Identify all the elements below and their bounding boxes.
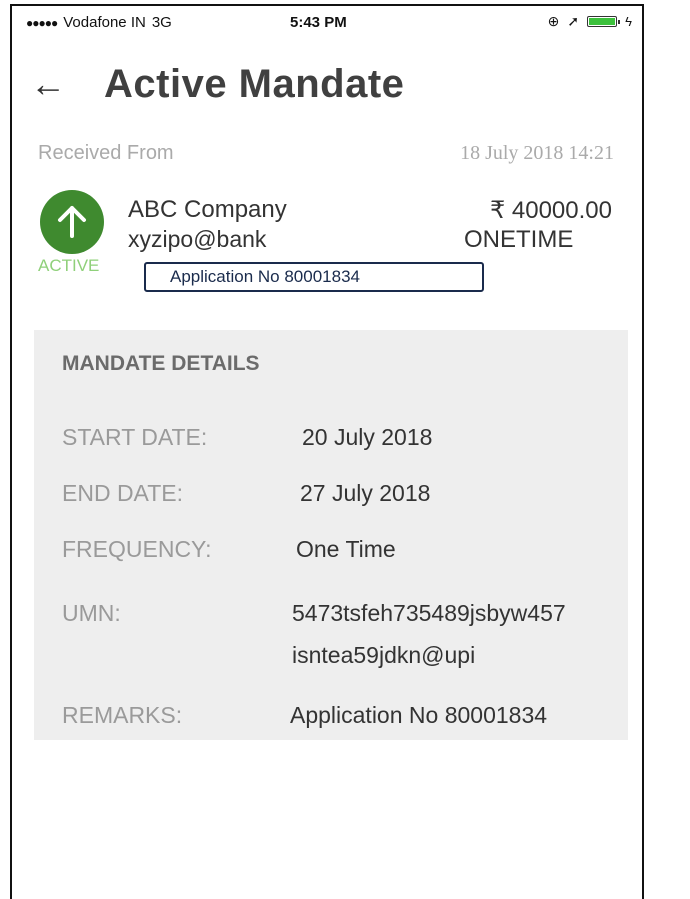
- umn-value-line2: isntea59jdkn@upi: [292, 642, 476, 668]
- charging-icon: ϟ: [625, 14, 632, 29]
- signal-icon: ●●●●●: [26, 15, 58, 30]
- status-bar: ●●●●● Vodafone IN 3G 5:43 PM ⊕ ➚ ϟ: [12, 6, 642, 40]
- umn-value-line1: 5473tsfeh735489jsbyw457: [292, 600, 566, 626]
- active-status-icon: [40, 190, 104, 254]
- status-bar-right: ⊕ ➚ ϟ: [548, 13, 632, 30]
- received-from-label: Received From: [38, 142, 174, 164]
- status-label: ACTIVE: [38, 256, 100, 275]
- up-arrow-icon: [58, 206, 86, 238]
- back-arrow-icon[interactable]: ←: [30, 64, 66, 104]
- orientation-lock-icon: ⊕: [547, 13, 560, 29]
- start-date-label: START DATE:: [62, 424, 208, 450]
- end-date-value: 27 July 2018: [300, 480, 431, 506]
- start-date-value: 20 July 2018: [302, 424, 433, 450]
- received-datetime: 18 July 2018 14:21: [460, 142, 614, 164]
- mandate-type: ONETIME: [464, 226, 574, 253]
- frequency-value: One Time: [296, 536, 396, 562]
- phone-screen: ●●●●● Vodafone IN 3G 5:43 PM ⊕ ➚ ϟ ← Act…: [10, 4, 644, 899]
- mandate-details-panel: MANDATE DETAILS START DATE: 20 July 2018…: [34, 330, 628, 740]
- umn-label: UMN:: [62, 600, 121, 626]
- remarks-label: REMARKS:: [62, 702, 183, 728]
- details-heading: MANDATE DETAILS: [62, 352, 260, 375]
- page-title: Active Mandate: [104, 62, 405, 106]
- payee-name: ABC Company: [128, 196, 287, 223]
- remarks-value: Application No 80001834: [290, 702, 548, 728]
- clock: 5:43 PM: [290, 14, 347, 31]
- status-bar-left: ●●●●● Vodafone IN 3G: [26, 14, 172, 31]
- payee-vpa: xyzipo@bank: [128, 226, 267, 252]
- network-type: 3G: [151, 14, 172, 31]
- battery-icon: [587, 16, 621, 27]
- location-icon: ➚: [567, 13, 580, 29]
- end-date-label: END DATE:: [62, 480, 183, 506]
- frequency-label: FREQUENCY:: [62, 536, 212, 562]
- carrier-name: Vodafone IN: [63, 14, 146, 31]
- application-number-box: Application No 80001834: [144, 262, 484, 292]
- mandate-amount: ₹ 40000.00: [489, 197, 612, 224]
